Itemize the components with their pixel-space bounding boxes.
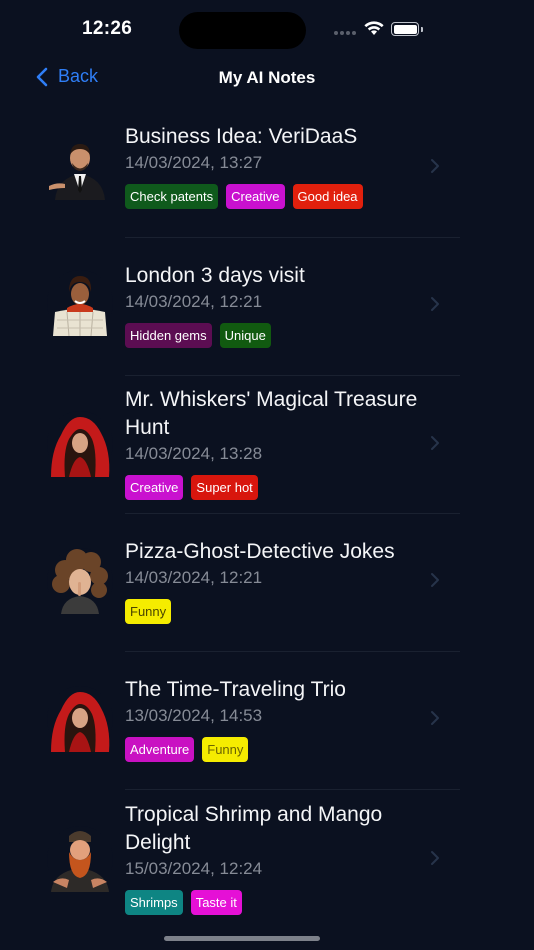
tag-badge: Check patents [125,184,219,209]
red-hood-avatar [47,686,113,752]
note-row[interactable]: Business Idea: VeriDaaS 14/03/2024, 13:2… [0,100,534,238]
tag-list: Check patents Creative Good idea [125,184,425,209]
note-date: 14/03/2024, 13:27 [125,153,263,172]
notes-list: Business Idea: VeriDaaS 14/03/2024, 13:2… [0,100,534,928]
chevron-right-icon [431,851,439,865]
note-content: The Time-Traveling Trio 13/03/2024, 14:5… [125,676,425,762]
status-bar: 12:26 [0,0,534,56]
tag-list: Creative Super hot [125,475,425,500]
chevron-right-icon [431,297,439,311]
note-content: Pizza-Ghost-Detective Jokes 14/03/2024, … [125,538,425,624]
tag-badge: Super hot [191,475,258,500]
tag-badge: Hidden gems [125,323,212,348]
note-row[interactable]: Pizza-Ghost-Detective Jokes 14/03/2024, … [0,514,534,652]
tag-list: Shrimps Taste it [125,890,425,915]
chevron-right-icon [431,573,439,587]
battery-cap [421,27,423,32]
tag-badge: Taste it [190,890,242,915]
battery-icon [391,22,419,36]
note-content: Mr. Whiskers' Magical Treasure Hunt 14/0… [125,386,425,500]
businessman-avatar [49,144,105,200]
red-hood-avatar [47,411,113,477]
tag-list: Hidden gems Unique [125,323,425,348]
note-row[interactable]: Mr. Whiskers' Magical Treasure Hunt 14/0… [0,376,534,514]
chevron-right-icon [431,436,439,450]
page-title: My AI Notes [218,68,316,87]
note-date: 14/03/2024, 12:21 [125,568,263,587]
tag-badge: Funny [125,599,172,624]
navigation-bar: Back My AI Notes [0,56,534,100]
note-row[interactable]: The Time-Traveling Trio 13/03/2024, 14:5… [0,652,534,790]
tag-badge: Shrimps [125,890,183,915]
note-content: Business Idea: VeriDaaS 14/03/2024, 13:2… [125,123,425,209]
note-date: 15/03/2024, 12:24 [125,859,263,878]
note-row[interactable]: Tropical Shrimp and Mango Delight 15/03/… [0,790,534,928]
note-title: Business Idea: VeriDaaS [125,125,358,148]
home-indicator [164,936,320,941]
note-content: Tropical Shrimp and Mango Delight 15/03/… [125,801,425,915]
note-row[interactable]: London 3 days visit 14/03/2024, 12:21 Hi… [0,238,534,376]
note-title: Mr. Whiskers' Magical Treasure Hunt [125,388,418,439]
note-title: Pizza-Ghost-Detective Jokes [125,540,395,563]
note-date: 14/03/2024, 12:21 [125,292,263,311]
curly-hair-avatar [47,548,113,614]
note-date: 13/03/2024, 14:53 [125,706,263,725]
tag-badge: Good idea [292,184,363,209]
tag-list: Funny [125,599,425,624]
note-date: 14/03/2024, 13:28 [125,444,263,463]
note-title: The Time-Traveling Trio [125,678,346,701]
traveler-with-map-avatar [47,270,113,336]
tag-badge: Funny [202,737,249,762]
tag-badge: Creative [226,184,285,209]
cellular-signal-icon [334,31,356,35]
note-title: London 3 days visit [125,264,305,287]
bearded-chef-avatar [47,826,113,892]
status-time: 12:26 [82,18,133,39]
tag-list: Adventure Funny [125,737,425,762]
note-title: Tropical Shrimp and Mango Delight [125,803,383,854]
tag-badge: Creative [125,475,184,500]
chevron-right-icon [431,159,439,173]
chevron-right-icon [431,711,439,725]
wifi-icon [364,21,384,35]
note-content: London 3 days visit 14/03/2024, 12:21 Hi… [125,262,425,348]
dynamic-island [179,12,306,49]
tag-badge: Adventure [125,737,195,762]
tag-badge: Unique [219,323,271,348]
